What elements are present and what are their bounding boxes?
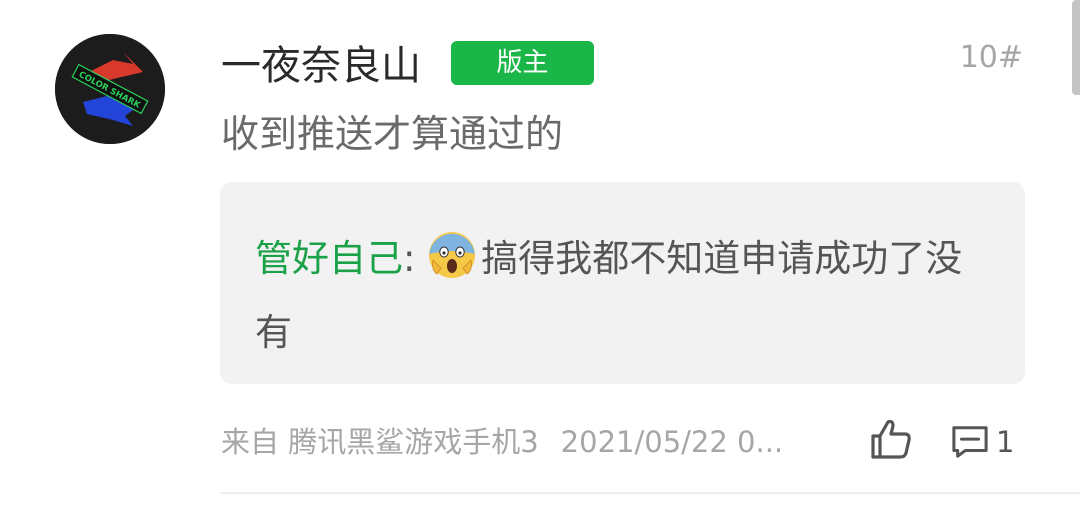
like-button[interactable]	[868, 416, 914, 462]
comment-button[interactable]: 1	[950, 420, 1014, 464]
color-shark-logo: COLOR SHARK	[55, 34, 165, 144]
comment-count: 1	[996, 425, 1015, 459]
screaming-face-icon	[429, 232, 476, 278]
comment-icon	[952, 426, 988, 458]
username[interactable]: 一夜奈良山	[221, 40, 421, 92]
thumbs-up-icon	[871, 419, 911, 459]
quote-author[interactable]: 管好自己	[255, 237, 403, 280]
post-meta: 来自 腾讯黑鲨游戏手机3 2021/05/22 0...	[221, 420, 783, 464]
post-source: 来自 腾讯黑鲨游戏手机3	[221, 425, 539, 459]
divider	[220, 492, 1080, 494]
avatar[interactable]: COLOR SHARK	[55, 34, 165, 144]
quote-separator: :	[403, 237, 428, 280]
moderator-badge: 版主	[451, 41, 594, 85]
quote-text-block: 管好自己: 搞得我都不知道申请成功了没有	[255, 222, 995, 370]
floor-number: 10#	[959, 40, 1023, 75]
post-time: 2021/05/22 0...	[560, 425, 784, 459]
scrollbar[interactable]	[1072, 0, 1080, 95]
quoted-reply[interactable]: 管好自己: 搞得我都不知道申请成功了没有	[220, 182, 1025, 384]
post-content: 收到推送才算通过的	[221, 112, 564, 156]
